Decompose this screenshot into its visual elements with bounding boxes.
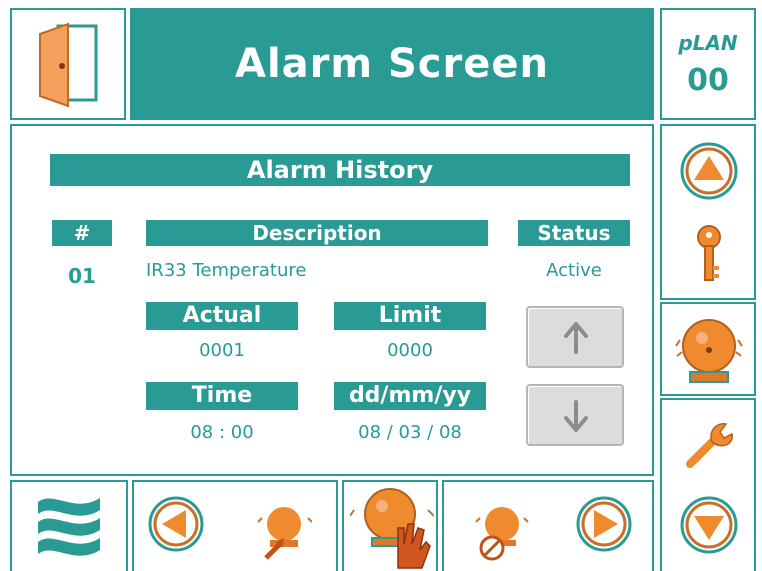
logo-cell[interactable]: [10, 480, 128, 571]
down-circle-button[interactable]: [678, 494, 740, 556]
right-bottom-cell: [660, 398, 756, 571]
number-column-header: #: [52, 220, 112, 246]
waves-logo-icon: [38, 498, 100, 556]
date-value: 08 / 03 / 08: [358, 422, 462, 443]
alarm-mute-icon[interactable]: [474, 502, 530, 562]
door-button[interactable]: [10, 8, 126, 120]
arrow-right-circle-icon[interactable]: [574, 494, 634, 554]
right-top-cell: [660, 124, 756, 300]
time-value: 08 : 00: [190, 422, 254, 443]
alarm-reset-button[interactable]: [342, 480, 438, 571]
alarm-history-title: Alarm History: [50, 154, 630, 186]
date-label: dd/mm/yy: [334, 382, 486, 410]
alarm-hand-reset-icon: [350, 488, 434, 569]
alarm-arrow-icon[interactable]: [256, 500, 312, 562]
arrow-down-icon: [564, 400, 588, 432]
prev-alarm-cell: [132, 480, 338, 571]
alarm-panel: Alarm History # Description Status 01 IR…: [10, 124, 654, 476]
header-bar: Alarm Screen: [130, 8, 654, 120]
plan-indicator: pLAN 00: [660, 8, 756, 120]
page-title: Alarm Screen: [235, 41, 549, 87]
time-label: Time: [146, 382, 298, 410]
description-column-header: Description: [146, 220, 488, 246]
actual-value: 0001: [199, 340, 245, 361]
arrow-up-icon: [564, 322, 588, 354]
limit-value: 0000: [387, 340, 433, 361]
alarm-status: Active: [546, 260, 602, 281]
actual-label: Actual: [146, 302, 298, 330]
plan-label: pLAN: [678, 30, 738, 55]
scroll-up-button[interactable]: [526, 306, 624, 368]
plan-address: 00: [687, 62, 729, 98]
status-column-header: Status: [518, 220, 630, 246]
limit-label: Limit: [334, 302, 486, 330]
door-icon: [39, 22, 98, 108]
key-icon[interactable]: [694, 224, 724, 284]
alarm-bell-button[interactable]: [660, 302, 756, 396]
alarm-bell-icon: [675, 319, 743, 383]
alarm-description: IR33 Temperature: [146, 260, 307, 281]
up-circle-button[interactable]: [678, 140, 740, 202]
arrow-left-circle-icon[interactable]: [146, 494, 206, 554]
alarm-number: 01: [68, 264, 96, 288]
wrench-icon[interactable]: [682, 418, 736, 472]
next-alarm-cell: [442, 480, 654, 571]
scroll-down-button[interactable]: [526, 384, 624, 446]
